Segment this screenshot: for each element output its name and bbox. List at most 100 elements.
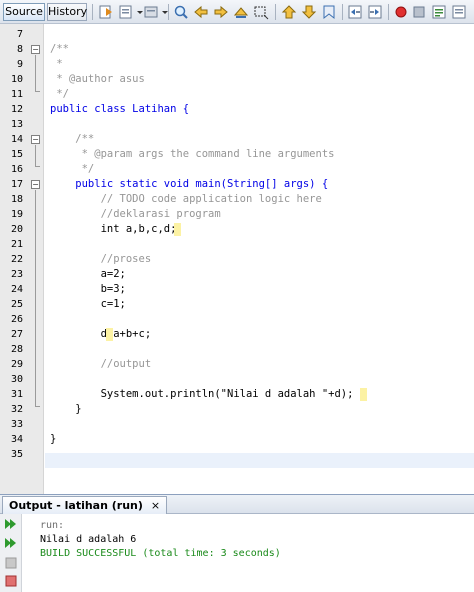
fold-toggle[interactable]: − (31, 180, 40, 189)
toolbar-separator (342, 4, 343, 20)
code-text: * (50, 58, 63, 70)
uncomment-icon[interactable] (450, 3, 468, 21)
toolbar-separator (275, 4, 276, 20)
code-text: // TODO code application logic here (50, 193, 322, 205)
find-previous-icon[interactable] (192, 3, 210, 21)
line-number: 33 (10, 419, 23, 430)
settings-icon[interactable] (4, 574, 18, 588)
fold-guide (35, 190, 36, 406)
code-line: 17 public static void main(String[] args… (0, 177, 474, 192)
shift-line-right-icon[interactable] (366, 3, 384, 21)
code-line: 30 (0, 372, 474, 387)
code-text: a=2; (50, 268, 126, 280)
tab-output[interactable]: Output - latihan (run) × (2, 496, 168, 514)
code-text: b=3; (50, 283, 126, 295)
line-number: 29 (10, 359, 23, 370)
fold-toggle[interactable]: − (31, 135, 40, 144)
find-selection-icon[interactable] (172, 3, 190, 21)
code-line: 14 /** (0, 132, 474, 147)
code-text: //deklarasi program (50, 208, 221, 220)
line-number: 16 (10, 164, 23, 175)
code-text: * @param args the command line arguments (50, 148, 335, 160)
code-text: int a,b,c,d; (50, 223, 177, 235)
code-line: 25 c=1; (0, 297, 474, 312)
line-number: 7 (16, 29, 23, 40)
line-number: 21 (10, 239, 23, 250)
fold-guide (35, 145, 36, 166)
fold-guide (35, 166, 40, 167)
toggle-rectangular-icon[interactable] (252, 3, 270, 21)
code-line: 23 a=2; (0, 267, 474, 282)
output-line: Nilai d adalah 6 (40, 534, 137, 545)
stop-macro-icon[interactable] (410, 3, 428, 21)
rerun-with-options-icon[interactable] (4, 536, 18, 550)
code-line: 9 * (0, 57, 474, 72)
code-line: 32 } (0, 402, 474, 417)
last-edit-icon[interactable] (97, 3, 115, 21)
close-icon[interactable]: × (151, 499, 160, 512)
code-text: */ (50, 163, 95, 175)
code-line: 7 (0, 27, 474, 42)
code-line: 28 (0, 342, 474, 357)
line-number: 12 (10, 104, 23, 115)
code-line: 19 //deklarasi program (0, 207, 474, 222)
shift-line-left-icon[interactable] (346, 3, 364, 21)
code-line: 8 /** (0, 42, 474, 57)
fold-toggle[interactable]: − (31, 45, 40, 54)
code-text: */ (50, 88, 69, 100)
toggle-highlight-icon[interactable] (232, 3, 250, 21)
output-tab-label: Output - latihan (run) (9, 499, 143, 512)
tab-history[interactable]: History (47, 3, 87, 21)
line-number: 27 (10, 329, 23, 340)
code-editor[interactable]: 7 8 /** 9 * 10 * @author asus 11 */ 12 pub… (0, 24, 474, 494)
code-line: 20 int a,b,c,d; (0, 222, 474, 237)
code-line: 34} (0, 432, 474, 447)
toolbar-separator (388, 4, 389, 20)
toolbar-separator (168, 4, 169, 20)
output-tab-bar: Output - latihan (run) × (0, 495, 474, 514)
code-line: 13 (0, 117, 474, 132)
code-line: 33 (0, 417, 474, 432)
code-text: public static void main(String[] args) { (50, 178, 329, 190)
line-number: 20 (10, 224, 23, 235)
line-number: 23 (10, 269, 23, 280)
line-number: 26 (10, 314, 23, 325)
occurrence-highlight (106, 328, 113, 341)
occurrence-highlight (360, 388, 367, 401)
find-next-icon[interactable] (212, 3, 230, 21)
output-line: BUILD SUCCESSFUL (total time: 3 seconds) (40, 548, 281, 559)
toolbar-separator (92, 4, 93, 20)
output-panel: Output - latihan (run) × run: Nilai d ada… (0, 494, 474, 592)
code-line: 27 d=a+b+c; (0, 327, 474, 342)
code-text: } (50, 433, 57, 445)
code-line: 22 //proses (0, 252, 474, 267)
code-line: 26 (0, 312, 474, 327)
shift-left-icon[interactable] (280, 3, 298, 21)
line-number: 15 (10, 149, 23, 160)
code-text: //proses (50, 253, 152, 265)
line-number: 8 (16, 44, 23, 55)
comment-icon[interactable] (430, 3, 448, 21)
fold-guide (35, 406, 40, 407)
shift-right-icon[interactable] (300, 3, 318, 21)
line-number: 9 (16, 59, 23, 70)
fold-guide (35, 55, 36, 91)
start-macro-icon[interactable] (392, 3, 410, 21)
tab-source[interactable]: Source (3, 3, 45, 21)
toggle-bookmark-icon[interactable] (320, 3, 338, 21)
code-line: 18 // TODO code application logic here (0, 192, 474, 207)
rerun-icon[interactable] (4, 517, 18, 531)
code-text: /** (50, 133, 95, 145)
chevron-down-icon[interactable] (156, 3, 168, 21)
line-number: 10 (10, 74, 23, 85)
code-line: 10 * @author asus (0, 72, 474, 87)
line-number: 35 (10, 449, 23, 460)
code-text: System.out.println("Nilai d adalah "+d); (50, 388, 354, 400)
code-line: 16 */ (0, 162, 474, 177)
code-text: * @author asus (50, 73, 145, 85)
code-line: 35 (0, 447, 474, 462)
chevron-down-icon[interactable] (131, 3, 143, 21)
code-line: 24 b=3; (0, 282, 474, 297)
code-text: /** (50, 43, 69, 55)
stop-icon[interactable] (4, 556, 18, 570)
